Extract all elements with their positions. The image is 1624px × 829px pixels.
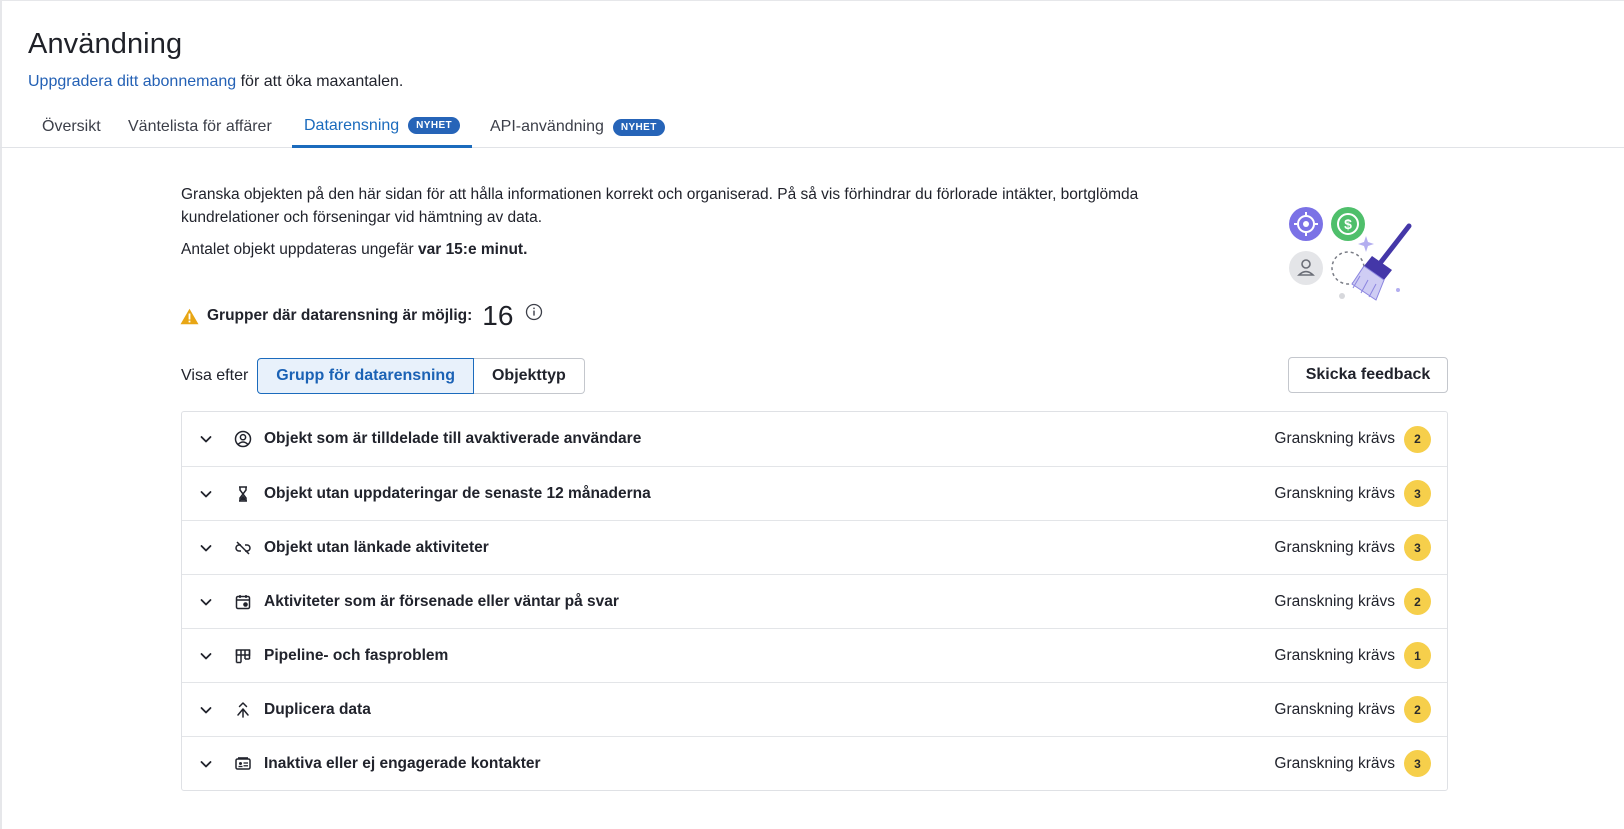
update-frequency: Antalet objekt uppdateras ungefär var 15… (181, 238, 1201, 261)
count-badge: 3 (1404, 534, 1431, 561)
group-row-deactivated-users[interactable]: Objekt som är tilldelade till avaktivera… (182, 412, 1447, 466)
warning-icon (180, 308, 199, 324)
chevron-down-icon[interactable] (182, 541, 230, 555)
calendar-clock-icon (230, 593, 256, 611)
hourglass-icon (230, 485, 256, 503)
group-row-pipeline-issues[interactable]: Pipeline- och fasproblem Granskning kräv… (182, 628, 1447, 682)
view-by-control: Visa efter Grupp för datarensning Objekt… (181, 358, 585, 394)
count-badge: 3 (1404, 750, 1431, 777)
group-label: Objekt utan uppdateringar de senaste 12 … (264, 484, 651, 502)
new-badge: NYHET (612, 118, 665, 136)
group-label: Aktiviteter som är försenade eller vänta… (264, 592, 619, 610)
review-status: Granskning krävs (1274, 592, 1395, 610)
unlink-icon (230, 539, 256, 557)
view-by-group-button[interactable]: Grupp för datarensning (257, 358, 474, 394)
view-by-object-type-button[interactable]: Objekttyp (473, 358, 585, 394)
review-status: Granskning krävs (1274, 430, 1395, 447)
page-title: Användning (28, 28, 183, 60)
svg-text:$: $ (1344, 216, 1352, 232)
group-label: Duplicera data (264, 700, 371, 718)
count-badge: 2 (1404, 696, 1431, 723)
new-badge: NYHET (408, 117, 461, 134)
upgrade-notice: Uppgradera ditt abonnemang för att öka m… (28, 73, 403, 91)
group-label: Objekt utan länkade aktiviteter (264, 538, 489, 556)
group-row-duplicate-data[interactable]: Duplicera data Granskning krävs 2 (182, 682, 1447, 736)
review-status: Granskning krävs (1274, 754, 1395, 772)
update-interval: var 15:e minut. (417, 241, 528, 258)
group-label: Objekt som är tilldelade till avaktivera… (264, 430, 642, 447)
group-label: Pipeline- och fasproblem (264, 646, 449, 664)
group-row-inactive-contacts[interactable]: Inaktiva eller ej engagerade kontakter G… (182, 736, 1447, 790)
merge-icon (230, 701, 256, 719)
count-badge: 3 (1404, 480, 1431, 507)
cleanup-illustration: $ (1280, 200, 1420, 310)
tab-bar: Översikt Väntelista för affärer Datarens… (0, 106, 1624, 148)
user-circle-icon (230, 430, 256, 448)
send-feedback-button[interactable]: Skicka feedback (1288, 357, 1448, 393)
tab-oversikt[interactable]: Översikt (30, 106, 113, 148)
group-label: Inaktiva eller ej engagerade kontakter (264, 754, 541, 772)
group-row-no-activities[interactable]: Objekt utan länkade aktiviteter Granskni… (182, 520, 1447, 574)
tab-datarensning[interactable]: Datarensning NYHET (292, 106, 473, 148)
group-row-overdue-activities[interactable]: Aktiviteter som är försenade eller vänta… (182, 574, 1447, 628)
review-status: Granskning krävs (1274, 538, 1395, 556)
tab-label: API-användning (490, 118, 604, 135)
chevron-down-icon[interactable] (182, 595, 230, 609)
view-by-label: Visa efter (181, 367, 249, 384)
review-status: Granskning krävs (1274, 700, 1395, 718)
count-badge: 2 (1404, 588, 1431, 615)
review-status: Granskning krävs (1274, 484, 1395, 502)
intro-text: Granska objekten på den här sidan för at… (181, 183, 1201, 261)
upgrade-suffix: för att öka maxantalen. (236, 73, 404, 90)
groups-summary: Grupper där datarensning är möjlig: 16 (180, 300, 543, 332)
chevron-down-icon[interactable] (182, 487, 230, 501)
tab-vantelista[interactable]: Väntelista för affärer (116, 106, 284, 148)
chevron-down-icon[interactable] (182, 757, 230, 771)
tab-label: Datarensning (304, 116, 400, 134)
review-status: Granskning krävs (1274, 646, 1395, 664)
count-badge: 2 (1404, 425, 1431, 453)
tab-label: Översikt (42, 118, 101, 135)
cleanup-groups-list: Objekt som är tilldelade till avaktivera… (181, 411, 1448, 791)
pipeline-icon (230, 647, 256, 665)
chevron-down-icon[interactable] (182, 432, 230, 446)
count-badge: 1 (1404, 642, 1431, 669)
intro-description: Granska objekten på den här sidan för at… (181, 186, 1139, 226)
group-row-no-updates[interactable]: Objekt utan uppdateringar de senaste 12 … (182, 466, 1447, 520)
contact-card-icon (230, 755, 256, 773)
groups-count: 16 (482, 300, 514, 331)
upgrade-link[interactable]: Uppgradera ditt abonnemang (28, 73, 236, 90)
update-prefix: Antalet objekt uppdateras ungefär (181, 241, 418, 258)
info-icon[interactable] (525, 303, 543, 321)
chevron-down-icon[interactable] (182, 649, 230, 663)
tab-label: Väntelista för affärer (128, 118, 272, 135)
chevron-down-icon[interactable] (182, 703, 230, 717)
tab-api-anvandning[interactable]: API-användning NYHET (478, 106, 677, 148)
groups-label: Grupper där datarensning är möjlig: (207, 307, 473, 324)
